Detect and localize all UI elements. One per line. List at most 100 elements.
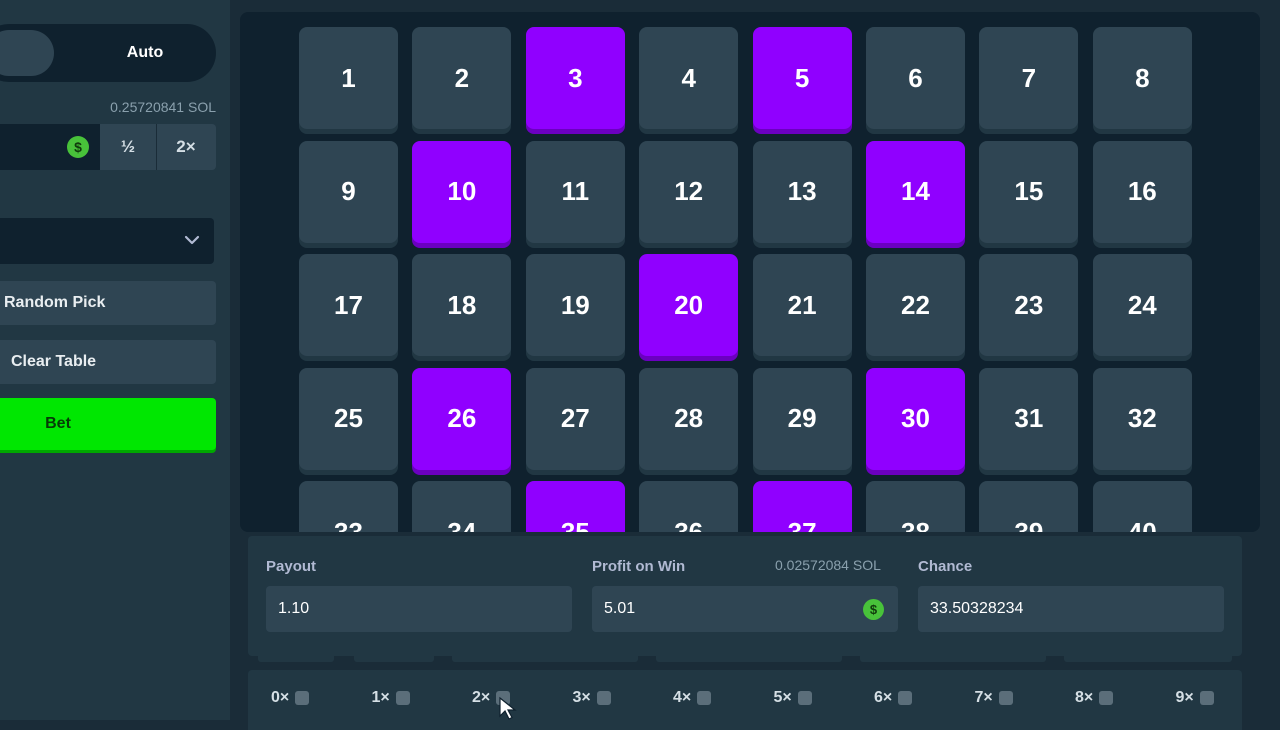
- tab-auto-label: Auto: [126, 44, 164, 61]
- bet-button-label: Bet: [45, 415, 71, 432]
- coin-icon: $: [67, 136, 89, 158]
- tab-auto[interactable]: Auto: [90, 30, 200, 76]
- multiplier-label: 3×: [572, 689, 591, 706]
- keno-tile[interactable]: 2: [412, 27, 512, 129]
- strip-segment: [452, 656, 638, 662]
- strip-segment: [258, 656, 334, 662]
- multiplier-item: 7×: [975, 689, 1013, 707]
- hits-multiplier-bar: 0× 1× 2× 3× 4× 5× 6× 7× 8× 9×: [248, 670, 1242, 730]
- profit-label: Profit on Win: [592, 558, 686, 575]
- keno-tile[interactable]: 21: [752, 254, 852, 356]
- multiplier-label: 2×: [472, 689, 491, 706]
- keno-tile[interactable]: 15: [979, 140, 1079, 243]
- mouse-cursor-icon: [499, 696, 517, 720]
- risk-select[interactable]: [0, 218, 214, 264]
- keno-tile[interactable]: 30: [866, 367, 965, 470]
- keno-tile[interactable]: 33: [299, 481, 398, 532]
- keno-tile[interactable]: 31: [979, 367, 1079, 470]
- profit-sol: 0.02572084 SOL: [775, 557, 881, 573]
- gem-icon: [295, 691, 310, 705]
- chance-field: 33.50328234: [918, 586, 1224, 632]
- tab-manual[interactable]: al: [0, 30, 54, 76]
- multiplier-item: 8×: [1075, 689, 1114, 707]
- keno-tile[interactable]: 35: [525, 481, 625, 532]
- keno-tile[interactable]: 12: [639, 140, 739, 243]
- multiplier-label: 4×: [673, 689, 692, 706]
- payout-info-panel: Payout 1.10 Profit on Win 0.02572084 SOL…: [248, 536, 1242, 656]
- keno-tile[interactable]: 24: [1092, 254, 1192, 356]
- keno-tile[interactable]: 38: [866, 481, 965, 532]
- half-bet-button[interactable]: ½: [100, 124, 157, 170]
- keno-tile[interactable]: 10: [412, 140, 512, 243]
- keno-tile[interactable]: 1: [299, 27, 398, 129]
- multiplier-item: 3×: [573, 689, 611, 707]
- keno-tile[interactable]: 5: [752, 27, 852, 129]
- payout-field: 1.10: [266, 586, 572, 632]
- multiplier-label: 0×: [271, 689, 290, 706]
- keno-tile[interactable]: 32: [1092, 367, 1192, 470]
- multiplier-item: 4×: [673, 689, 712, 707]
- multiplier-item: 9×: [1176, 689, 1214, 707]
- gem-icon: [395, 691, 410, 705]
- bet-amount-row: $ ½ 2×: [0, 124, 216, 170]
- keno-tile[interactable]: 22: [866, 254, 965, 356]
- multiplier-item: 1×: [372, 689, 410, 707]
- keno-tile[interactable]: 8: [1092, 27, 1192, 129]
- multiplier-label: 5×: [773, 689, 792, 706]
- keno-tile[interactable]: 20: [639, 254, 739, 356]
- keno-tile[interactable]: 34: [412, 481, 512, 532]
- keno-tile[interactable]: 39: [979, 481, 1079, 532]
- chevron-down-icon: [184, 235, 200, 245]
- keno-tile[interactable]: 26: [412, 367, 512, 470]
- keno-tile[interactable]: 11: [525, 140, 625, 243]
- bet-button[interactable]: Bet: [0, 398, 216, 450]
- coin-icon: $: [863, 599, 884, 620]
- keno-tile[interactable]: 3: [525, 27, 625, 129]
- keno-tile[interactable]: 25: [299, 367, 398, 470]
- strip-segment: [656, 656, 842, 662]
- keno-tile[interactable]: 19: [525, 254, 625, 356]
- multiplier-label: 6×: [874, 689, 893, 706]
- keno-tile[interactable]: 23: [979, 254, 1079, 356]
- keno-tile[interactable]: 29: [752, 367, 852, 470]
- hits-strip: [248, 656, 1242, 670]
- gem-icon: [1099, 691, 1114, 705]
- keno-tile[interactable]: 4: [639, 27, 739, 129]
- keno-tile[interactable]: 27: [525, 367, 625, 470]
- keno-board: 1 2 3 4 5 6 7 8 9 10 11 12 13 14 15 16 17 18 19 20 21 22 23 24 2…: [240, 12, 1260, 532]
- bet-sidebar: al Auto 0.25720841 SOL $ ½ 2× Random Pic…: [0, 0, 230, 720]
- keno-tile[interactable]: 36: [639, 481, 739, 532]
- strip-segment: [1064, 656, 1232, 662]
- keno-tile[interactable]: 14: [866, 140, 965, 243]
- keno-tile[interactable]: 16: [1092, 140, 1192, 243]
- multiplier-label: 7×: [974, 689, 993, 706]
- balance-readout: 0.25720841 SOL: [110, 99, 216, 115]
- multiplier-item: 0×: [271, 689, 310, 707]
- strip-segment: [860, 656, 1046, 662]
- mode-toggle: al Auto: [0, 24, 216, 82]
- keno-tile[interactable]: 28: [639, 367, 739, 470]
- multiplier-item: 5×: [774, 689, 812, 707]
- keno-tile[interactable]: 6: [866, 27, 965, 129]
- gem-icon: [797, 691, 812, 705]
- keno-tile[interactable]: 17: [299, 254, 398, 356]
- keno-tile[interactable]: 18: [412, 254, 512, 356]
- strip-segment: [354, 656, 434, 662]
- keno-tile[interactable]: 7: [979, 27, 1079, 129]
- random-pick-button[interactable]: Random Pick: [0, 281, 216, 325]
- multiplier-label: 1×: [371, 689, 390, 706]
- gem-icon: [596, 691, 611, 705]
- multiplier-label: 8×: [1075, 689, 1094, 706]
- keno-tile[interactable]: 9: [299, 140, 398, 243]
- multiplier-label: 9×: [1175, 689, 1194, 706]
- multiplier-item: 6×: [874, 689, 913, 707]
- keno-tile[interactable]: 37: [752, 481, 852, 532]
- gem-icon: [898, 691, 913, 705]
- gem-icon: [697, 691, 712, 705]
- clear-table-button[interactable]: Clear Table: [0, 340, 216, 384]
- profit-field: 5.01 $: [592, 586, 898, 632]
- payout-label: Payout: [266, 558, 317, 575]
- double-bet-button[interactable]: 2×: [157, 124, 215, 170]
- keno-tile[interactable]: 13: [752, 140, 852, 243]
- keno-tile[interactable]: 40: [1092, 481, 1192, 532]
